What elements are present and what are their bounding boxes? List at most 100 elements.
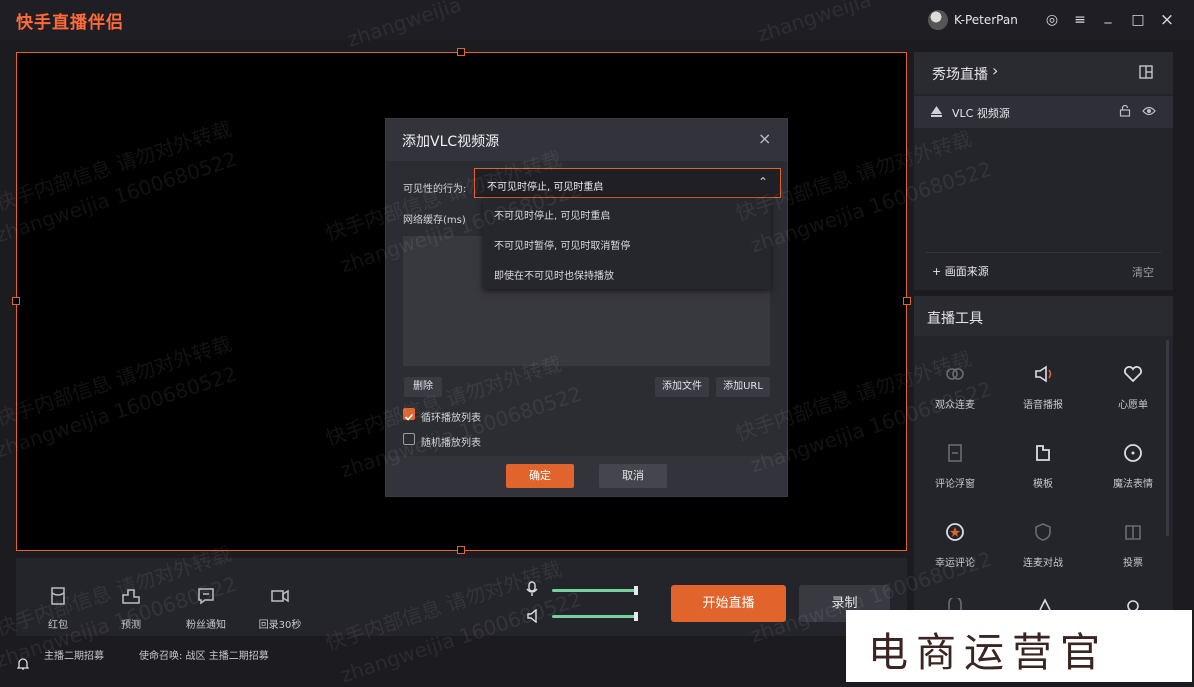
eye-icon[interactable] (1142, 105, 1156, 117)
visibility-label: 可见性的行为: (403, 184, 467, 195)
add-file-button[interactable]: 添加文件 (655, 377, 709, 397)
tool-fan-notice[interactable]: 粉丝通知 (180, 585, 232, 631)
minimize-icon[interactable]: _ (1098, 6, 1118, 26)
mic-volume-slider[interactable] (552, 586, 638, 595)
vote-icon (1125, 525, 1141, 540)
comment-window-icon (948, 444, 962, 462)
dialog-footer (386, 456, 787, 496)
user-profile[interactable]: K-PeterPan (928, 10, 1018, 30)
app-title: 快手直播伴侣 (16, 13, 124, 33)
shuffle-label[interactable]: 随机播放列表 (421, 434, 481, 449)
visibility-dropdown: 不可见时停止, 可见时重启 不可见时暂停, 可见时取消暂停 即使在不可见时也保持… (483, 198, 771, 289)
tool-template[interactable]: 模板 (1003, 442, 1083, 490)
close-icon[interactable]: × (1157, 10, 1177, 30)
tool-label: 粉丝通知 (186, 620, 226, 631)
close-icon[interactable]: × (758, 129, 771, 148)
title-bar: 快手直播伴侣 K-PeterPan ◎ ≡ _ □ × (0, 0, 1194, 40)
tool-label: 投票 (1123, 558, 1143, 569)
link-icon (946, 368, 964, 380)
tool-lucky-comment[interactable]: 幸运评论 (915, 521, 995, 569)
tool-label: 幸运评论 (935, 558, 975, 569)
tool-label: 心愿单 (1118, 400, 1148, 411)
source-name: VLC 视频源 (952, 107, 1010, 120)
source-icon (931, 106, 942, 117)
resize-handle[interactable] (903, 297, 911, 305)
chevron-right-icon[interactable]: › (992, 61, 998, 80)
notice-link[interactable]: 使命召唤: 战区 主播二期招募 (139, 647, 269, 662)
tool-label: 语音播报 (1023, 400, 1063, 411)
delete-button[interactable]: 删除 (404, 377, 442, 397)
scene-panel: 秀场直播 › VLC 视频源 + 画面来源 清空 (914, 52, 1173, 290)
tool-label: 魔法表情 (1113, 479, 1153, 490)
source-item[interactable]: VLC 视频源 (914, 96, 1173, 128)
tool-label: 回录30秒 (258, 620, 302, 631)
start-live-button[interactable]: 开始直播 (671, 585, 786, 622)
tool-replay-30s[interactable]: 回录30秒 (255, 585, 305, 631)
tool-mic-battle[interactable]: 连麦对战 (1003, 521, 1083, 569)
notice-link[interactable]: 主播二期招募 (44, 647, 104, 662)
tool-voice-broadcast[interactable]: 语音播报 (1003, 363, 1083, 411)
tool-partial-icon[interactable] (1036, 598, 1054, 610)
add-source-button[interactable]: + 画面来源 (932, 263, 989, 279)
dropdown-option[interactable]: 不可见时停止, 可见时重启 (494, 207, 610, 222)
layout-icon[interactable] (1139, 65, 1153, 79)
shuffle-checkbox[interactable] (403, 433, 415, 445)
tool-comment-float[interactable]: 评论浮窗 (915, 442, 995, 490)
clear-button[interactable]: 清空 (1132, 264, 1154, 280)
chart-icon (122, 589, 140, 604)
lock-icon[interactable] (1119, 105, 1131, 117)
resize-handle[interactable] (457, 48, 465, 56)
tool-prediction[interactable]: 预测 (113, 585, 149, 631)
add-url-button[interactable]: 添加URL (716, 377, 770, 397)
menu-icon[interactable]: ≡ (1070, 10, 1090, 30)
visibility-select[interactable]: 不可见时停止, 可见时重启 ⌃ (474, 168, 781, 198)
tool-label: 模板 (1033, 479, 1053, 490)
avatar[interactable] (928, 10, 948, 30)
tool-label: 预测 (121, 620, 141, 631)
dropdown-option[interactable]: 即使在不可见时也保持播放 (494, 267, 614, 282)
emoji-icon (1124, 444, 1142, 462)
tools-title: 直播工具 (927, 311, 983, 327)
speaker-icon (1035, 365, 1052, 383)
tool-partial-icon[interactable] (1124, 598, 1142, 610)
loop-label[interactable]: 循环播放列表 (421, 409, 481, 424)
bell-icon[interactable] (17, 657, 29, 671)
brand-text: 电商运营官 (868, 630, 1108, 676)
microphone-icon[interactable] (526, 581, 538, 597)
dropdown-option[interactable]: 不可见时暂停, 可见时取消暂停 (494, 237, 630, 252)
shield-icon (1035, 523, 1051, 541)
tool-vote[interactable]: 投票 (1093, 521, 1173, 569)
speaker-volume-slider[interactable] (552, 612, 638, 621)
confirm-button[interactable]: 确定 (506, 464, 574, 488)
tool-label: 观众连麦 (935, 400, 975, 411)
user-name[interactable]: K-PeterPan (954, 13, 1018, 27)
chevron-up-icon[interactable]: ⌃ (758, 175, 768, 189)
tool-label: 红包 (48, 620, 68, 631)
checkmark-icon (404, 413, 414, 421)
dialog-title: 添加VLC视频源 (402, 134, 500, 150)
heart-icon (1124, 366, 1142, 383)
tool-partial-icon[interactable] (946, 598, 964, 610)
resize-handle[interactable] (457, 546, 465, 554)
resize-handle[interactable] (12, 297, 20, 305)
cancel-button[interactable]: 取消 (599, 464, 667, 488)
template-icon (1036, 445, 1050, 461)
maximize-icon[interactable]: □ (1128, 10, 1148, 30)
network-cache-label: 网络缓存(ms) (403, 215, 466, 226)
scene-title[interactable]: 秀场直播 (932, 64, 988, 84)
tool-magic-emoji[interactable]: 魔法表情 (1093, 442, 1173, 490)
select-value: 不可见时停止, 可见时重启 (487, 182, 604, 193)
tool-label: 连麦对战 (1023, 558, 1063, 569)
settings-icon[interactable]: ◎ (1042, 10, 1062, 30)
loop-checkbox[interactable] (403, 408, 415, 421)
tool-red-packet[interactable]: 红包 (40, 585, 76, 631)
speaker-icon[interactable] (526, 609, 540, 623)
tool-label: 评论浮窗 (935, 479, 975, 490)
tool-audience-mic[interactable]: 观众连麦 (915, 363, 995, 411)
message-icon (198, 588, 214, 605)
video-icon (271, 589, 289, 603)
lucky-icon (946, 523, 964, 541)
divider (926, 252, 1161, 253)
tool-wishlist[interactable]: 心愿单 (1093, 363, 1173, 411)
red-packet-icon (51, 587, 65, 605)
